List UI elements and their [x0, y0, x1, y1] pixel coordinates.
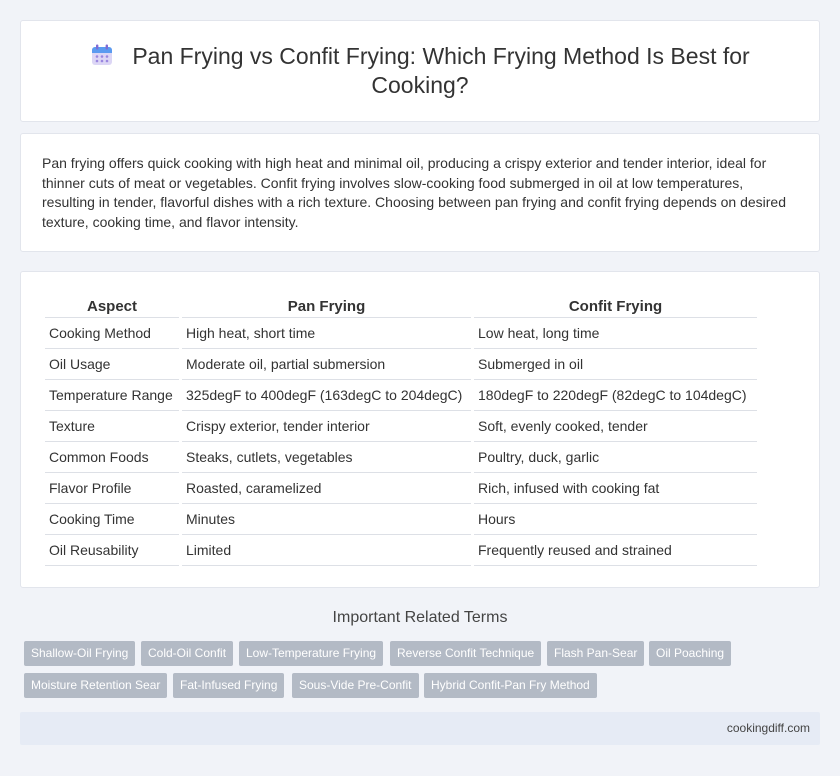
cell-confit-frying: Poultry, duck, garlic — [474, 442, 757, 473]
cell-pan-frying: Roasted, caramelized — [182, 473, 471, 504]
cell-aspect: Common Foods — [45, 442, 179, 473]
cell-aspect: Oil Usage — [45, 349, 179, 380]
header-confit-frying: Confit Frying — [474, 294, 757, 318]
table-row: Common Foods Steaks, cutlets, vegetables… — [45, 442, 757, 473]
related-term-tag[interactable]: Hybrid Confit-Pan Fry Method — [424, 673, 597, 698]
related-term-tag[interactable]: Flash Pan-Sear — [547, 641, 645, 666]
related-term-tag[interactable]: Sous-Vide Pre-Confit — [292, 673, 419, 698]
cell-pan-frying: Minutes — [182, 504, 471, 535]
cell-aspect: Temperature Range — [45, 380, 179, 411]
cell-confit-frying: Submerged in oil — [474, 349, 757, 380]
related-term-tag[interactable]: Cold-Oil Confit — [141, 641, 234, 666]
cell-confit-frying: 180degF to 220degF (82degC to 104degC) — [474, 380, 757, 411]
table-header-row: Aspect Pan Frying Confit Frying — [45, 294, 757, 318]
cell-confit-frying: Soft, evenly cooked, tender — [474, 411, 757, 442]
cell-confit-frying: Low heat, long time — [474, 318, 757, 349]
related-term-tag[interactable]: Shallow-Oil Frying — [24, 641, 136, 666]
table-row: Temperature Range 325degF to 400degF (16… — [45, 380, 757, 411]
cell-pan-frying: High heat, short time — [182, 318, 471, 349]
table-row: Oil Reusability Limited Frequently reuse… — [45, 535, 757, 566]
cell-pan-frying: Crispy exterior, tender interior — [182, 411, 471, 442]
related-terms-title: Important Related Terms — [332, 609, 508, 626]
header-aspect: Aspect — [45, 294, 179, 318]
cell-aspect: Flavor Profile — [45, 473, 179, 504]
cell-pan-frying: Steaks, cutlets, vegetables — [182, 442, 471, 473]
related-term-tag[interactable]: Reverse Confit Technique — [390, 641, 542, 666]
table-row: Texture Crispy exterior, tender interior… — [45, 411, 757, 442]
footer: cookingdiff.com — [20, 712, 820, 745]
calendar-icon — [92, 44, 113, 65]
summary-card: Pan frying offers quick cooking with hig… — [20, 133, 820, 252]
cell-aspect: Cooking Time — [45, 504, 179, 535]
related-term-tag[interactable]: Oil Poaching — [649, 641, 732, 666]
table-row: Flavor Profile Roasted, caramelized Rich… — [45, 473, 757, 504]
cell-pan-frying: 325degF to 400degF (163degC to 204degC) — [182, 380, 471, 411]
cell-pan-frying: Moderate oil, partial submersion — [182, 349, 471, 380]
comparison-table-card: Aspect Pan Frying Confit Frying Cooking … — [20, 271, 820, 588]
table-row: Cooking Time Minutes Hours — [45, 504, 757, 535]
header-pan-frying: Pan Frying — [182, 294, 471, 318]
summary-paragraph: Pan frying offers quick cooking with hig… — [42, 155, 786, 230]
page-title-text: Pan Frying vs Confit Frying: Which Fryin… — [132, 43, 750, 98]
cell-pan-frying: Limited — [182, 535, 471, 566]
page-title: Pan Frying vs Confit Frying: Which Fryin… — [21, 42, 819, 100]
footer-site-link[interactable]: cookingdiff.com — [727, 721, 810, 735]
cell-confit-frying: Rich, infused with cooking fat — [474, 473, 757, 504]
cell-aspect: Oil Reusability — [45, 535, 179, 566]
table-row: Oil Usage Moderate oil, partial submersi… — [45, 349, 757, 380]
cell-aspect: Texture — [45, 411, 179, 442]
related-term-tag[interactable]: Moisture Retention Sear — [24, 673, 168, 698]
title-card: Pan Frying vs Confit Frying: Which Fryin… — [20, 20, 820, 122]
table-row: Cooking Method High heat, short time Low… — [45, 318, 757, 349]
cell-confit-frying: Frequently reused and strained — [474, 535, 757, 566]
cell-confit-frying: Hours — [474, 504, 757, 535]
related-term-tag[interactable]: Low-Temperature Frying — [239, 641, 384, 666]
related-term-tag[interactable]: Fat-Infused Frying — [173, 673, 285, 698]
comparison-table: Aspect Pan Frying Confit Frying Cooking … — [42, 294, 760, 566]
cell-aspect: Cooking Method — [45, 318, 179, 349]
